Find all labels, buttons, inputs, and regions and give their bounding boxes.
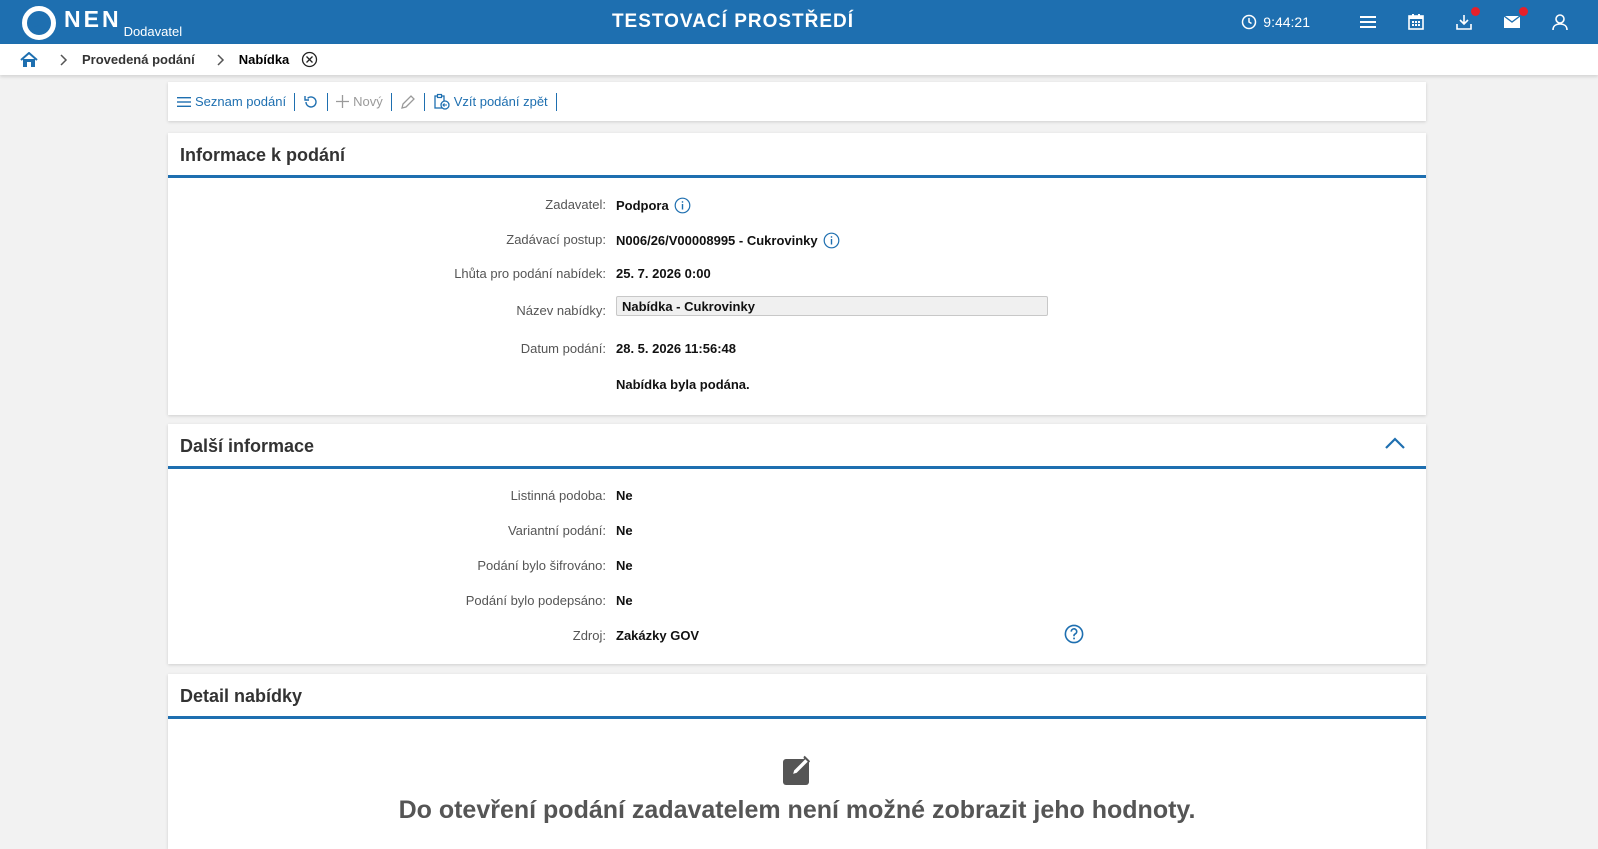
additional-info-panel: Další informace Listinná podoba: Ne Vari… [168,424,1426,664]
session-clock: 9:44:21 [1241,14,1310,30]
offer-name-field[interactable]: Nabídka - Cukrovinky [616,296,1048,316]
field-row-contracting-authority: Zadavatel: Podpora [168,195,1426,215]
withdraw-submission-label: Vzít podání zpět [453,94,548,109]
field-value-wrapper: N006/26/V00008995 - Cukrovinky [616,232,840,249]
field-row-signed: Podání bylo podepsáno: Ne [168,591,1426,611]
panel-title: Informace k podání [180,145,346,165]
edit-button[interactable] [392,92,425,111]
chevron-right-icon [217,53,225,66]
edit-note-icon [782,754,814,791]
field-row-procedure: Zadávací postup: N006/26/V00008995 - Cuk… [168,230,1426,250]
refresh-icon [304,95,317,108]
field-value: Podpora [616,198,669,213]
breadcrumb: Provedená podání Nabídka [0,44,1598,75]
submission-list-button[interactable]: Seznam podání [168,92,296,111]
field-value-wrapper: Podpora [616,197,691,214]
close-tab-icon[interactable] [301,51,318,68]
field-value: 28. 5. 2026 11:56:48 [616,341,736,356]
clock-icon [1242,14,1257,30]
breadcrumb-item-submissions[interactable]: Provedená podání [82,52,195,67]
field-row-encrypted: Podání bylo šifrováno: Ne [168,556,1426,576]
withdraw-submission-button[interactable]: Vzít podání zpět [425,92,557,111]
submission-status-row: Nabídka byla podána. [168,375,1426,395]
field-value: Ne [616,523,633,538]
field-row-paper-form: Listinná podoba: Ne [168,486,1426,506]
field-row-offer-name: Název nabídky: Nabídka - Cukrovinky [168,296,1426,321]
field-label: Zadavatel: [545,197,606,212]
field-value: N006/26/V00008995 - Cukrovinky [616,233,818,248]
field-value: Zakázky GOV [616,628,700,643]
mail-icon[interactable] [1500,7,1528,34]
action-toolbar: Seznam podání Nový Vzít podání zpět [168,82,1426,121]
field-label: Listinná podoba: [510,488,606,503]
panel-header: Informace k podání [168,133,1426,178]
home-icon[interactable] [20,51,38,68]
field-row-source: Zdroj: Zakázky GOV [168,624,1426,647]
field-label: Datum podání: [520,341,606,356]
panel-header: Detail nabídky [168,674,1426,719]
breadcrumb-item-offer: Nabídka [238,52,290,67]
header-actions: 9:44:21 [1241,0,1572,44]
field-label: Variantní podání: [507,523,606,538]
hidden-values-message: Do otevření podání zadavatelem není možn… [398,796,1196,824]
chevron-up-icon[interactable] [1384,436,1406,455]
list-icon [177,96,191,107]
field-value: Ne [616,558,633,573]
field-row-variant: Variantní podání: Ne [168,521,1426,541]
clock-time: 9:44:21 [1263,14,1310,30]
field-label: Zdroj: [572,628,606,643]
submission-status-text: Nabídka byla podána. [616,377,750,392]
refresh-button[interactable] [295,92,329,111]
field-label: Zadávací postup: [506,232,606,247]
download-badge [1471,7,1480,16]
field-value: Ne [616,488,633,503]
user-icon[interactable] [1548,10,1572,34]
new-button[interactable]: Nový [328,92,392,111]
field-label: Podání bylo šifrováno: [477,558,606,573]
panel-header: Další informace [168,424,1426,469]
top-bar: NEN Dodavatel TESTOVACÍ PROSTŘEDÍ 9:44:2… [0,0,1598,44]
info-icon[interactable] [674,197,691,214]
new-label: Nový [353,94,383,109]
mail-badge [1519,7,1528,16]
pencil-icon [400,94,415,109]
field-label: Lhůta pro podání nabídek: [454,266,606,281]
help-icon[interactable] [1064,624,1084,647]
chevron-right-icon [60,53,68,66]
panel-title: Další informace [180,436,315,456]
submission-info-panel: Informace k podání Zadavatel: Podpora Za… [168,133,1426,415]
field-row-deadline: Lhůta pro podání nabídek: 25. 7. 2026 0:… [168,264,1426,284]
plus-icon [336,95,350,108]
field-row-submission-date: Datum podání: 28. 5. 2026 11:56:48 [168,339,1426,359]
submission-list-label: Seznam podání [195,94,287,109]
calendar-icon[interactable] [1404,10,1428,34]
clipboard-withdraw-icon [434,93,450,110]
offer-detail-panel: Detail nabídky Do otevření podání zadava… [168,674,1426,849]
download-icon[interactable] [1452,7,1480,34]
info-icon[interactable] [823,232,840,249]
panel-title: Detail nabídky [180,686,303,706]
field-label: Podání bylo podepsáno: [465,593,606,608]
field-value: 25. 7. 2026 0:00 [616,266,711,281]
field-value: Ne [616,593,633,608]
field-label: Název nabídky: [516,303,606,318]
menu-icon[interactable] [1356,10,1380,34]
